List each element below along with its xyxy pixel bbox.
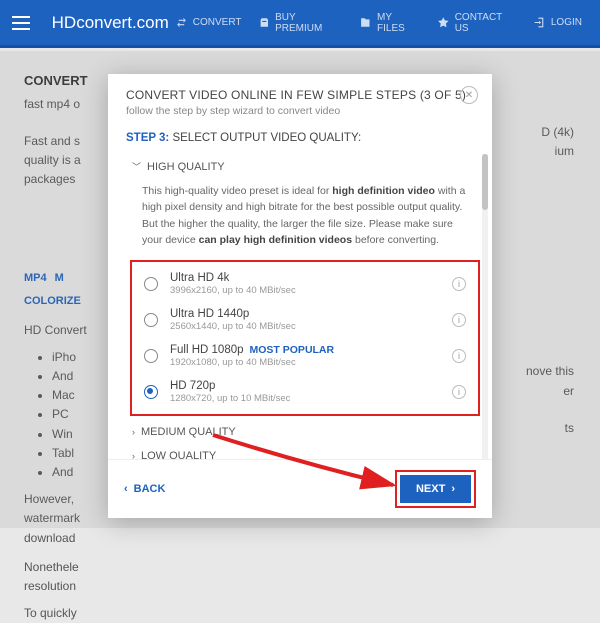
section-high-quality[interactable]: ﹀HIGH QUALITY [122, 154, 490, 179]
modal-title: CONVERT VIDEO ONLINE IN FEW SIMPLE STEPS… [126, 88, 474, 102]
radio-icon [144, 385, 158, 399]
nav-buy-premium[interactable]: BUY PREMIUM [252, 8, 350, 38]
next-highlight: NEXT› [395, 470, 476, 508]
radio-icon [144, 277, 158, 291]
radio-icon [144, 349, 158, 363]
close-icon[interactable]: ✕ [460, 86, 478, 104]
back-button[interactable]: ‹BACK [124, 483, 165, 495]
modal-footer: ‹BACK NEXT› [108, 459, 492, 518]
chevron-left-icon: ‹ [124, 483, 128, 495]
section-low-quality[interactable]: ›LOW QUALITY [122, 444, 490, 459]
info-icon[interactable]: i [452, 349, 466, 363]
option-4k[interactable]: Ultra HD 4k3996x2160, up to 40 MBit/sec … [132, 266, 478, 302]
chevron-right-icon: › [132, 427, 135, 437]
nav-links: CONVERT BUY PREMIUM MY FILES CONTACT US … [169, 8, 588, 38]
info-icon[interactable]: i [452, 313, 466, 327]
nav-convert[interactable]: CONVERT [169, 8, 248, 38]
info-icon[interactable]: i [452, 277, 466, 291]
quality-options-group: Ultra HD 4k3996x2160, up to 40 MBit/sec … [130, 260, 480, 416]
chevron-down-icon: ﹀ [132, 160, 141, 173]
section-medium-quality[interactable]: ›MEDIUM QUALITY [122, 420, 490, 444]
wizard-modal: ✕ CONVERT VIDEO ONLINE IN FEW SIMPLE STE… [108, 74, 492, 518]
nav-login[interactable]: LOGIN [527, 8, 588, 38]
modal-body: ﹀HIGH QUALITY This high-quality video pr… [108, 154, 492, 459]
option-720p[interactable]: HD 720p1280x720, up to 10 MBit/sec i [132, 374, 478, 410]
brand-title: HDconvert.com [52, 13, 169, 33]
next-button[interactable]: NEXT› [400, 475, 471, 503]
high-quality-description: This high-quality video preset is ideal … [122, 179, 490, 258]
radio-icon [144, 313, 158, 327]
option-1440p[interactable]: Ultra HD 1440p2560x1440, up to 40 MBit/s… [132, 302, 478, 338]
option-1080p[interactable]: Full HD 1080pMOST POPULAR1920x1080, up t… [132, 338, 478, 374]
chevron-right-icon: › [451, 483, 455, 495]
scrollbar[interactable] [482, 154, 488, 459]
step-indicator: STEP 3: SELECT OUTPUT VIDEO QUALITY: [108, 127, 492, 154]
nav-my-files[interactable]: MY FILES [353, 8, 427, 38]
modal-subtitle: follow the step by step wizard to conver… [126, 105, 474, 117]
chevron-right-icon: › [132, 451, 135, 459]
info-icon[interactable]: i [452, 385, 466, 399]
menu-icon[interactable] [12, 11, 36, 35]
nav-contact[interactable]: CONTACT US [431, 8, 523, 38]
top-navbar: HDconvert.com CONVERT BUY PREMIUM MY FIL… [0, 0, 600, 48]
